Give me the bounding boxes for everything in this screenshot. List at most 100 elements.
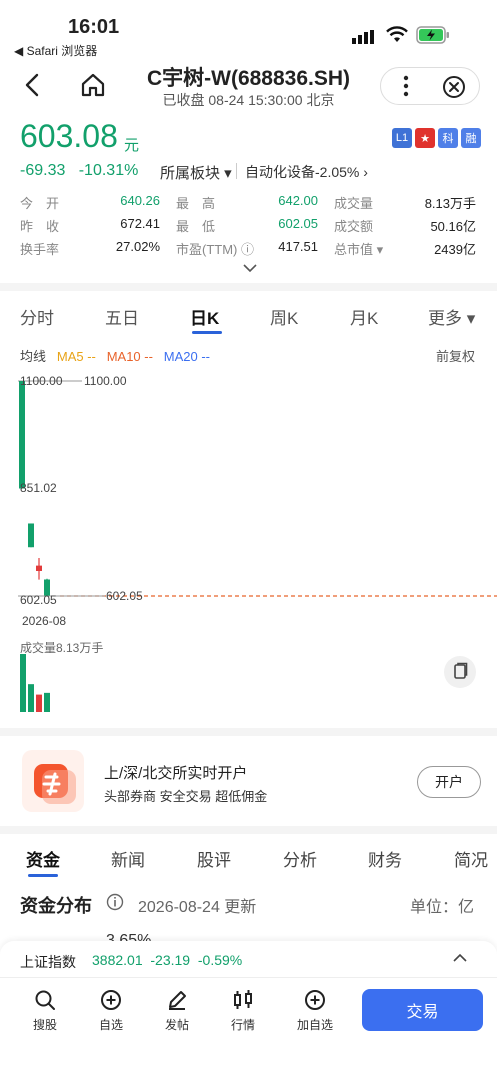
candle-body [36,565,42,571]
stock-tags: L1 ★ 科融 [392,128,481,148]
index-change: -23.19 [150,952,191,968]
back-to-safari-link[interactable]: ◀ Safari 浏览器 [14,42,97,59]
chevron-up-icon[interactable] [452,952,468,964]
high-price-label: 1100.00 [20,374,63,388]
cellular-signal-icon [352,30,374,44]
promo-title: 上/深/北交所实时开户 [104,765,248,782]
open-account-button[interactable]: 开户 [417,766,481,798]
add-circle-icon [101,990,121,1010]
detail-tab[interactable]: 新闻 [111,846,145,871]
ma-label: 均线 [20,349,47,364]
info-icon[interactable] [106,893,124,911]
stock-tag: ★ [415,128,435,148]
stat-label[interactable]: 总市值 ▾ [334,239,383,258]
stat-label: 成交额 [334,219,374,234]
stat-label: 换手率 [20,242,60,257]
volume-bar [20,654,26,712]
active-tab-indicator [192,331,222,334]
stat-value: 672.41 [120,216,160,231]
period-tab[interactable]: 周K [270,304,298,329]
add-circle-icon [305,990,325,1010]
price-change: -69.33 -10.31% [20,162,138,180]
stat-value: 2439亿 [434,242,476,257]
high-price-label-right: 1100.00 [84,374,127,388]
stat-label: 昨 收 [20,219,60,234]
period-tab[interactable]: 月K [350,304,378,329]
watchlist-button[interactable]: 自选 [86,988,136,1033]
active-tab-indicator [28,874,58,877]
more-options-icon[interactable] [396,74,416,98]
low-price-label: 602.05 [20,593,57,607]
stat-value: 8.13万手 [424,196,476,211]
toolbar-label: 加自选 [296,1018,333,1032]
period-tab[interactable]: 日K [190,304,219,329]
detail-tab[interactable]: 简况 [454,846,488,871]
stat-value: 642.00 [278,193,318,208]
sector-dropdown[interactable]: 所属板块 ▾ [160,162,232,183]
stock-tag: 科 [438,128,458,148]
stat-label: 最 低 [176,219,216,234]
status-time: 16:01 [68,16,120,38]
volume-bar [44,692,50,712]
copy-button[interactable] [444,656,476,688]
period-tab[interactable]: 分时 [20,304,54,329]
ma10-label: MA10 -- [106,349,153,364]
period-tab[interactable]: 五日 [105,304,139,329]
broker-logo-icon[interactable] [22,750,84,812]
toolbar-label: 发帖 [164,1018,189,1032]
index-change-percent: -0.59% [197,952,243,968]
stat-label: 成交量 [334,196,374,211]
add-watchlist-button[interactable]: 加自选 [290,988,340,1033]
ma5-label: MA5 -- [56,349,96,364]
battery-charging-icon [416,26,449,44]
volume-bar [36,694,42,712]
section-divider [0,728,497,736]
toolbar-label: 行情 [230,1018,255,1032]
detail-tab[interactable]: 股评 [197,846,231,871]
fund-update-date: 2026-08-24 更新 [138,899,257,916]
market-button[interactable]: 行情 [218,988,268,1033]
index-name: 上证指数 [20,954,76,970]
change-amount: -69.33 [20,162,66,179]
trade-button[interactable]: 交易 [362,989,483,1031]
period-tab[interactable]: 更多 ▾ [428,304,475,329]
fund-distribution-title: 资金分布 [20,896,92,916]
copy-icon [454,662,468,679]
mid-price-label: 851.02 [20,481,57,495]
toolbar-label: 自选 [98,1018,123,1032]
divider [236,163,237,179]
detail-tab[interactable]: 财务 [368,846,402,871]
chevron-down-icon[interactable] [242,262,258,274]
detail-tab[interactable]: 资金 [26,846,60,871]
stat-value: 417.51 [278,239,318,254]
stat-value: 27.02% [115,239,160,254]
price-unit: 元 [124,137,140,154]
low-price-label-right: 602.05 [106,589,143,603]
ma20-label: MA20 -- [163,349,211,364]
detail-tab[interactable]: 分析 [283,846,317,871]
search-stock-button[interactable]: 搜股 [20,988,70,1033]
stat-value: 602.05 [278,216,318,231]
post-button[interactable]: 发帖 [152,988,202,1033]
index-value: 3882.01 [92,952,143,968]
current-price: 603.08 [20,118,118,154]
sector-link[interactable]: 自动化设备-2.05% › [245,162,368,182]
index-values: 3882.01 -23.19 -0.59% [92,952,242,968]
stat-label: 今 开 [20,196,60,211]
adjust-mode-label[interactable]: 前复权 [436,346,475,365]
kline-chart[interactable]: 1100.00 1100.00 851.02 602.05 602.05 2026-08 [0,370,497,635]
stat-label: 最 高 [176,196,216,211]
date-axis-label: 2026-08 [22,614,66,628]
section-divider [0,283,497,291]
fund-unit: 单位：亿 [410,899,475,916]
candle-body [28,523,34,548]
wifi-icon [386,26,408,42]
section-divider [0,826,497,834]
volume-bar [28,684,34,712]
toolbar-label: 搜股 [32,1018,57,1032]
close-icon[interactable] [442,75,466,99]
stock-tag: L1 [392,128,412,148]
candlestick-icon [234,990,252,1009]
candle-body [19,381,25,489]
volume-chart [20,654,50,712]
